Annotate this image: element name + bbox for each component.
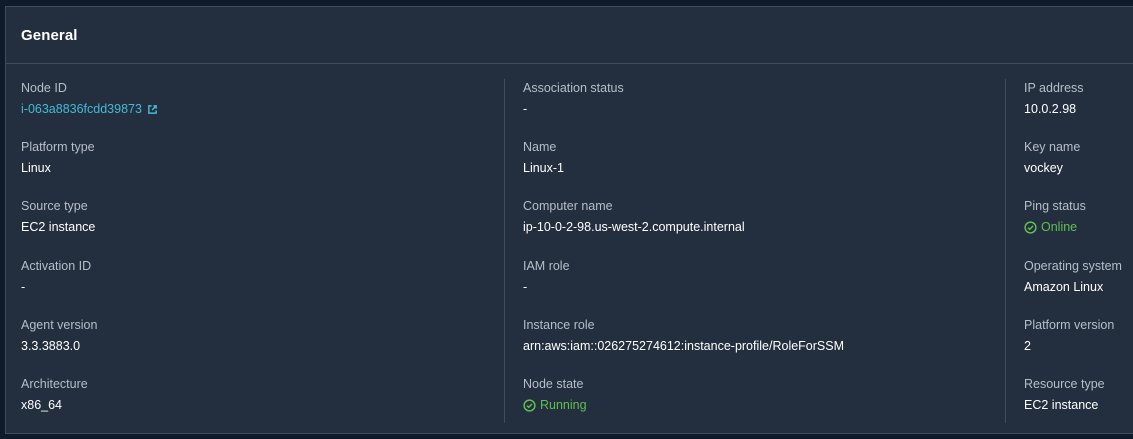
- architecture-value: x86_64: [21, 397, 63, 412]
- ping-status: Online: [1024, 220, 1133, 235]
- details-columns: Node ID i-063a8836fcdd39873 Platform typ…: [6, 79, 1133, 423]
- key-name-value: vockey: [1024, 161, 1063, 176]
- name-label: Name: [523, 140, 557, 155]
- panel-header: General: [6, 7, 1133, 64]
- ping-status-value: Online: [1041, 220, 1078, 235]
- computer-name-label: Computer name: [523, 199, 613, 214]
- resource-type-value: EC2 instance: [1024, 397, 1099, 412]
- details-column-2: Association status - Name Linux-1 Comput…: [504, 79, 984, 423]
- field-platform-version: Platform version 2: [1024, 316, 1133, 375]
- ip-address-label: IP address: [1024, 81, 1084, 95]
- field-ip-address: IP address 10.0.2.98: [1024, 79, 1133, 138]
- architecture-label: Architecture: [21, 376, 88, 391]
- name-value: Linux-1: [523, 161, 564, 176]
- iam-role-label: IAM role: [523, 258, 570, 273]
- ping-status-label: Ping status: [1024, 199, 1086, 214]
- field-source-type: Source type EC2 instance: [21, 197, 491, 256]
- association-status-value: -: [523, 102, 528, 116]
- panel-title: General: [21, 26, 78, 44]
- check-circle-icon: [523, 399, 536, 412]
- field-iam-role: IAM role -: [523, 257, 984, 316]
- platform-type-value: Linux: [21, 161, 51, 176]
- field-activation-id: Activation ID -: [21, 257, 491, 316]
- check-circle-icon: [1024, 221, 1037, 235]
- association-status-label: Association status: [523, 81, 624, 95]
- activation-id-value: -: [21, 279, 26, 294]
- field-instance-role: Instance role arn:aws:iam::026275274612:…: [523, 316, 984, 375]
- computer-name-value: ip-10-0-2-98.us-west-2.compute.internal: [523, 220, 745, 235]
- field-key-name: Key name vockey: [1024, 138, 1133, 197]
- general-panel: General Node ID i-063a8836fcdd39873 Plat…: [5, 6, 1133, 434]
- field-platform-type: Platform type Linux: [21, 138, 491, 197]
- external-link-icon[interactable]: [147, 104, 158, 115]
- field-name: Name Linux-1: [523, 138, 984, 197]
- details-column-3: IP address 10.0.2.98 Key name vockey Pin…: [1005, 79, 1133, 423]
- platform-version-value: 2: [1024, 338, 1031, 353]
- operating-system-label: Operating system: [1024, 258, 1122, 273]
- platform-version-label: Platform version: [1024, 317, 1115, 332]
- field-architecture: Architecture x86_64: [21, 375, 491, 434]
- platform-type-label: Platform type: [21, 140, 95, 155]
- node-state-status: Running: [523, 398, 984, 413]
- field-resource-type: Resource type EC2 instance: [1024, 375, 1133, 434]
- field-node-state: Node state Running: [523, 375, 984, 434]
- agent-version-value: 3.3.3883.0: [21, 338, 81, 353]
- agent-version-label: Agent version: [21, 317, 98, 332]
- field-agent-version: Agent version 3.3.3883.0: [21, 316, 491, 375]
- node-state-value: Running: [540, 397, 587, 412]
- source-type-value: EC2 instance: [21, 220, 96, 235]
- node-id-label: Node ID: [21, 81, 67, 95]
- instance-role-label: Instance role: [523, 317, 595, 332]
- field-node-id: Node ID i-063a8836fcdd39873: [21, 79, 491, 138]
- node-state-label: Node state: [523, 376, 584, 391]
- field-association-status: Association status -: [523, 79, 984, 138]
- field-computer-name: Computer name ip-10-0-2-98.us-west-2.com…: [523, 197, 984, 256]
- resource-type-label: Resource type: [1024, 376, 1105, 391]
- key-name-label: Key name: [1024, 140, 1081, 155]
- node-id-link[interactable]: i-063a8836fcdd39873: [21, 102, 142, 117]
- instance-role-value: arn:aws:iam::026275274612:instance-profi…: [523, 338, 845, 353]
- iam-role-value: -: [523, 279, 528, 294]
- operating-system-value: Amazon Linux: [1024, 279, 1104, 294]
- field-operating-system: Operating system Amazon Linux: [1024, 257, 1133, 316]
- field-ping-status: Ping status Online: [1024, 197, 1133, 256]
- ip-address-value: 10.0.2.98: [1024, 102, 1077, 116]
- source-type-label: Source type: [21, 199, 88, 214]
- details-column-1: Node ID i-063a8836fcdd39873 Platform typ…: [21, 79, 491, 423]
- activation-id-label: Activation ID: [21, 258, 92, 273]
